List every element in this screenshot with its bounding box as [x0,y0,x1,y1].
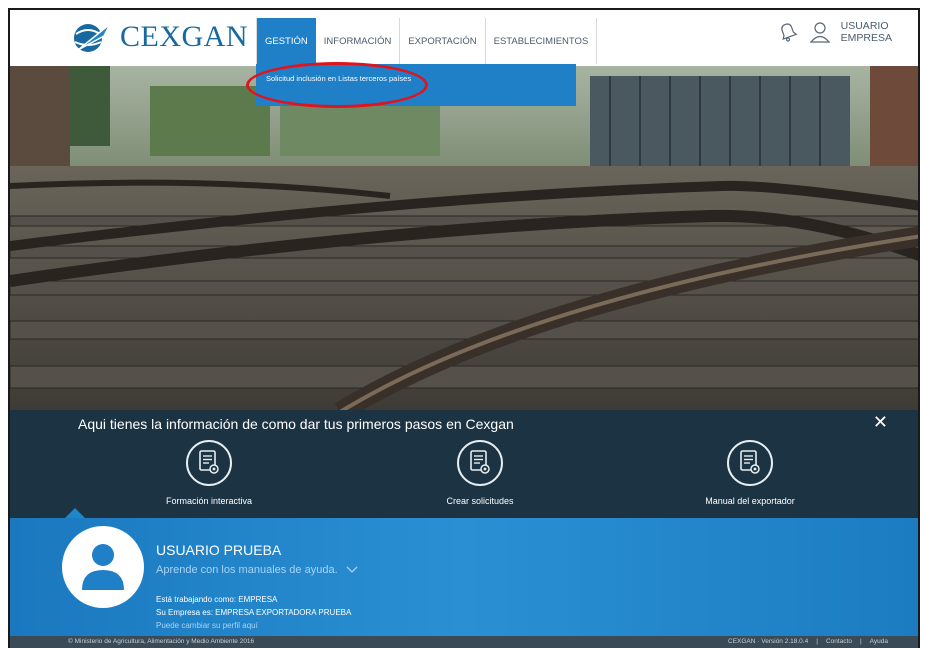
help-link-label: Aprende con los manuales de ayuda. [156,564,338,576]
avatar-icon [82,544,124,590]
avatar [62,526,144,608]
nav-gestion[interactable]: GESTIÓN [256,18,316,64]
user-name: USUARIO PRUEBA [156,542,282,558]
certificate-icon [727,440,773,486]
footer-separator: | [859,638,862,645]
card-label: Crear solicitudes [446,496,514,506]
close-icon[interactable]: ✕ [873,412,888,433]
change-profile-link[interactable]: Puede cambiar su perfil aquí [156,621,258,630]
user-menu-line1: USUARIO [840,20,889,32]
footer-links: CEXGAN · Versión 2.18.0.4 | Contacto | A… [728,638,888,645]
user-menu-line2: EMPRESA [840,32,892,44]
company-line: Su Empresa es: EMPRESA EXPORTADORA PRUEB… [156,608,352,617]
page-frame: CEXGAN GESTIÓN INFORMACIÓN EXPORTACIÓN E… [8,8,920,648]
card-formacion[interactable]: Formación interactiva [124,440,294,506]
getting-started-bar: Aqui tienes la información de como dar t… [10,410,918,518]
certificate-icon [186,440,232,486]
nav-informacion[interactable]: INFORMACIÓN [316,18,401,64]
user-menu[interactable]: USUARIO EMPRESA [841,20,892,44]
working-as: Está trabajando como: EMPRESA [156,595,278,604]
info-title: Aqui tienes la información de como dar t… [78,416,514,432]
footer: © Ministerio de Agricultura, Alimentació… [10,636,918,648]
card-manual-exportador[interactable]: Manual del exportador [665,440,835,506]
hero-image [10,66,918,412]
footer-separator: | [816,638,818,645]
footer-help-link[interactable]: Ayuda [870,638,888,645]
highlight-annotation [246,62,428,108]
footer-version: CEXGAN · Versión 2.18.0.4 [728,638,809,645]
logo-text: CEXGAN [120,20,248,53]
footer-copyright: © Ministerio de Agricultura, Alimentació… [68,638,255,645]
user-icon[interactable] [809,21,831,43]
help-link[interactable]: Aprende con los manuales de ayuda. [156,564,358,576]
footer-contact-link[interactable]: Contacto [826,638,852,645]
certificate-icon [457,440,503,486]
card-crear-solicitudes[interactable]: Crear solicitudes [395,440,565,506]
chevron-down-icon [346,566,358,573]
globe-plane-icon [74,23,111,52]
nav-establecimientos[interactable]: ESTABLECIMIENTOS [486,18,598,64]
header: CEXGAN GESTIÓN INFORMACIÓN EXPORTACIÓN E… [10,10,918,66]
card-label: Manual del exportador [705,496,795,506]
bell-icon[interactable] [777,21,799,43]
main-nav: GESTIÓN INFORMACIÓN EXPORTACIÓN ESTABLEC… [256,18,598,64]
header-actions: USUARIO EMPRESA [777,20,892,44]
railway-photo [10,66,918,412]
user-panel: USUARIO PRUEBA Aprende con los manuales … [10,518,918,638]
pointer-notch [65,508,85,518]
card-label: Formación interactiva [165,496,253,506]
nav-exportacion[interactable]: EXPORTACIÓN [400,18,486,64]
logo[interactable]: CEXGAN [70,20,248,54]
